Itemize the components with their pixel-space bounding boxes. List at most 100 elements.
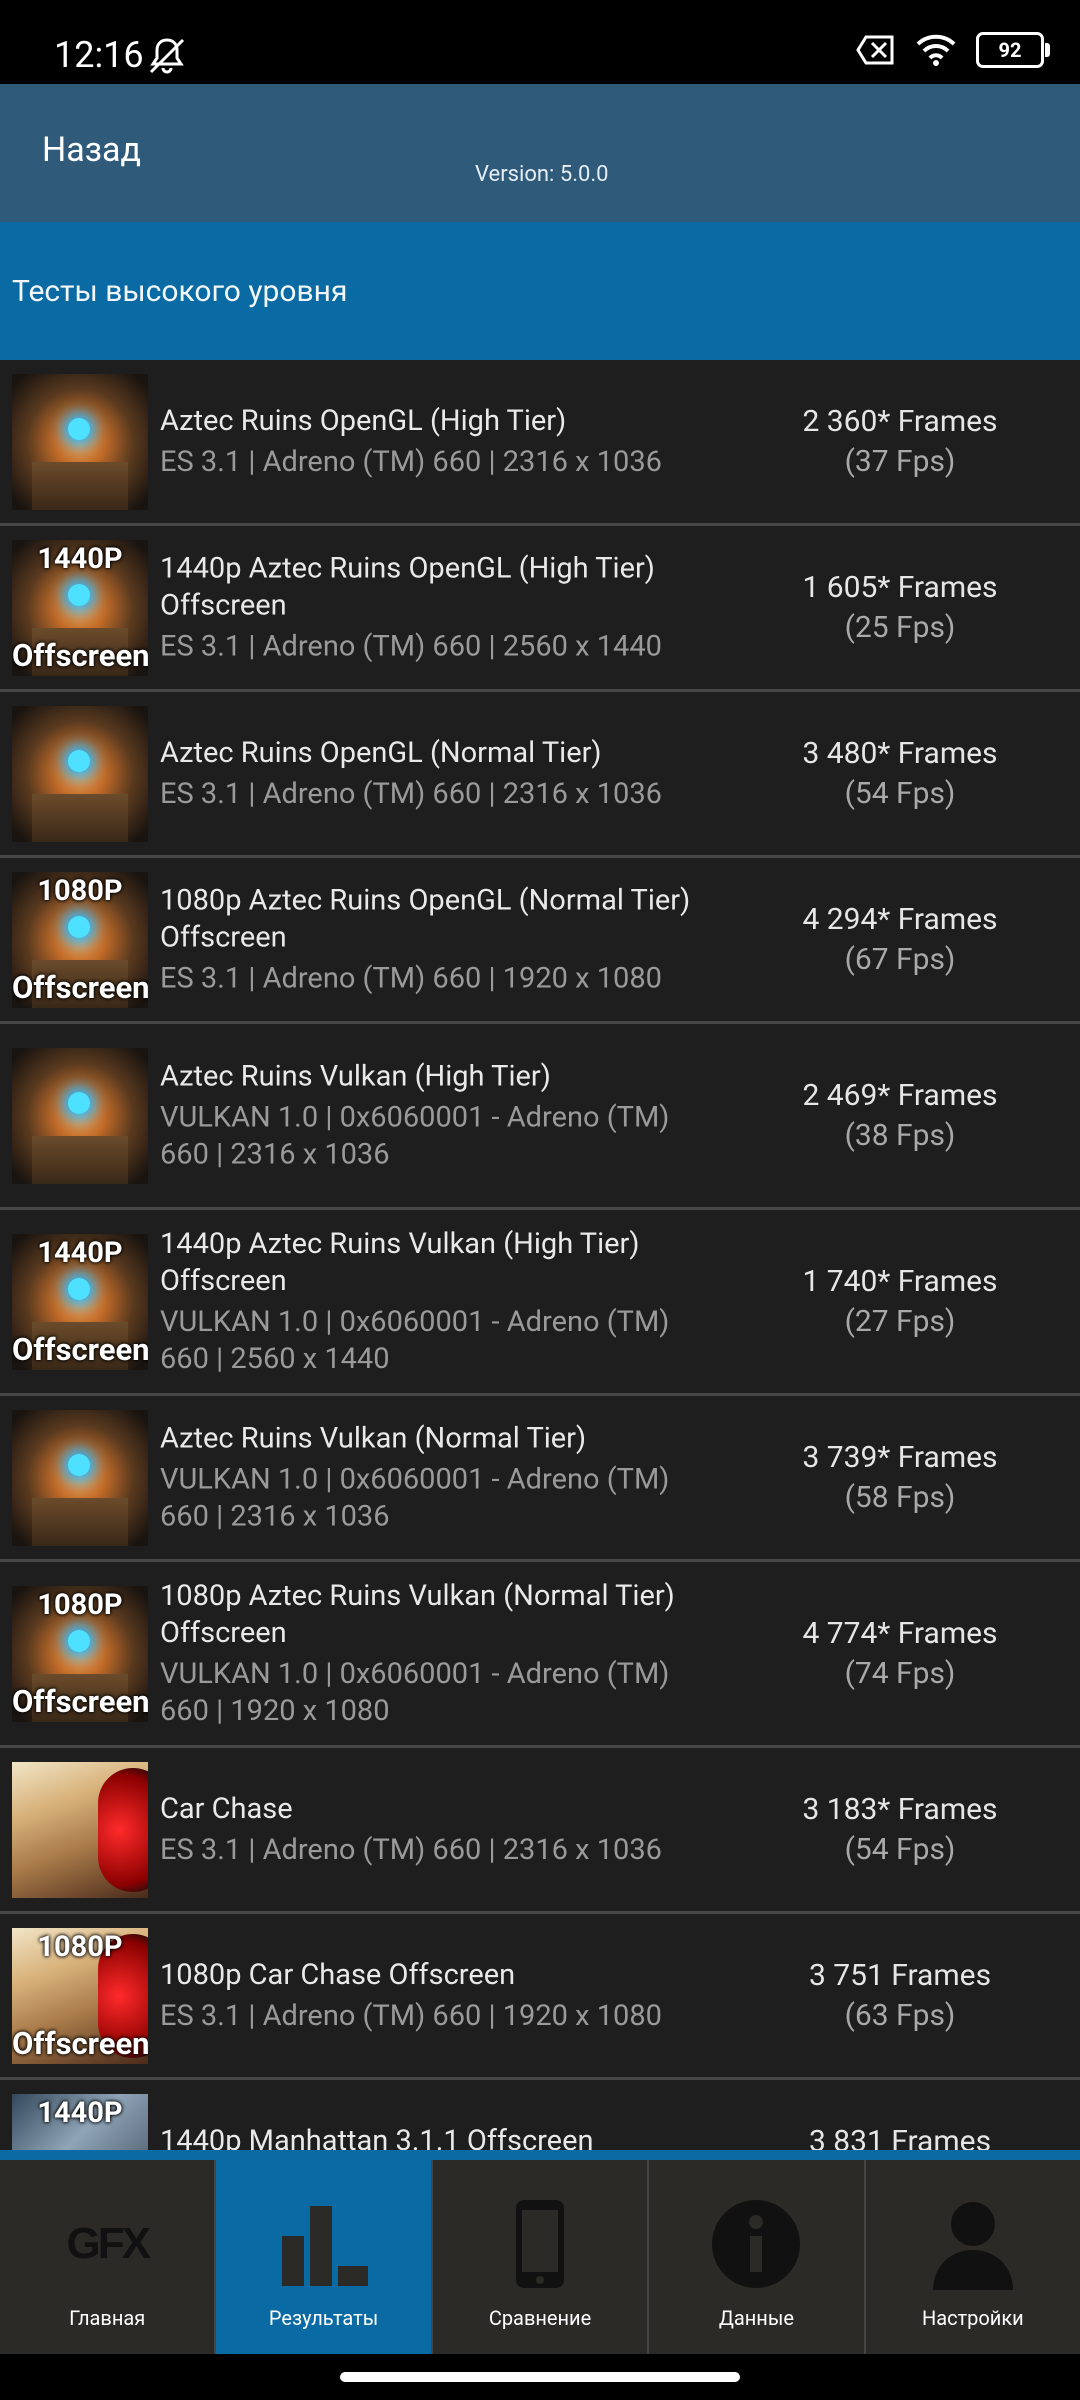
test-name: 1440p Aztec Ruins Vulkan (High Tier) Off… — [160, 1226, 640, 1298]
section-header: Тесты высокого уровня — [0, 222, 1080, 360]
gesture-bar — [0, 2354, 1080, 2400]
test-name: 1440p Manhattan 3.1.1 Offscreen — [160, 2123, 594, 2151]
nav-label: Данные — [718, 2306, 794, 2330]
test-name: Aztec Ruins OpenGL (High Tier) — [160, 403, 567, 438]
nav-accent-divider — [0, 2150, 1080, 2160]
benchmark-thumbnail — [12, 705, 148, 842]
frames-value: 2 469* Frames — [802, 1077, 998, 1113]
nav-label: Результаты — [268, 2306, 379, 2330]
version-label: Version: 5.0.0 — [475, 162, 609, 187]
result-info: Car Chase ES 3.1 | Adreno (TM) 660 | 2316… — [160, 1791, 715, 1869]
nav-item-compare[interactable]: Сравнение — [432, 2160, 650, 2354]
thumbnail-offscreen-label: Offscreen — [12, 636, 148, 674]
result-info: 1440p Manhattan 3.1.1 OffscreenES 3.1 | … — [160, 2123, 715, 2151]
frames-value: 2 360* Frames — [802, 403, 998, 439]
app-header: Назад Version: 5.0.0 — [0, 84, 1080, 222]
fps-value: (54 Fps) — [844, 1831, 956, 1867]
result-info: Aztec Ruins Vulkan (High Tier) VULKAN 1.0… — [160, 1058, 715, 1173]
result-row[interactable]: 1080P Offscreen 1080p Aztec Ruins OpenGL (… — [0, 858, 1080, 1024]
benchmark-thumbnail: 1080P Offscreen — [12, 1585, 148, 1722]
result-score: 3 480* Frames (54 Fps) — [720, 734, 1080, 814]
result-row[interactable]: 1440P Offscreen 1440p Aztec Ruins Vulkan (… — [0, 1210, 1080, 1396]
fps-value: (37 Fps) — [844, 443, 956, 479]
test-spec: ES 3.1 | Adreno (TM) 660 | 2560 x 1440 — [160, 629, 662, 663]
result-info: 1080p Aztec Ruins OpenGL (Normal Tier) O… — [160, 882, 715, 997]
status-time: 12:16 — [54, 34, 144, 76]
test-spec: ES 3.1 | Adreno (TM) 660 | 1920 x 1080 — [160, 1998, 662, 2033]
wifi-icon — [916, 34, 956, 66]
result-info: 1080p Aztec Ruins Vulkan (Normal Tier) O… — [160, 1578, 715, 1730]
thumbnail-resolution-label: 1440P — [37, 541, 123, 576]
result-info: Aztec Ruins Vulkan (Normal Tier) VULKAN 1… — [160, 1420, 715, 1535]
nav-item-data[interactable]: Данные — [649, 2160, 866, 2354]
benchmark-thumbnail — [12, 373, 148, 510]
result-row[interactable]: Aztec Ruins OpenGL (Normal Tier) ES 3.1 |… — [0, 692, 1080, 858]
back-button[interactable]: Назад — [42, 130, 141, 170]
frames-value: 3 831 Frames — [808, 2123, 992, 2151]
result-row[interactable]: 1440P 1440p Manhattan 3.1.1 OffscreenES 3… — [0, 2080, 1080, 2150]
gfx-logo-icon: GFX — [66, 2219, 150, 2268]
result-score: 1 740* Frames (27 Fps) — [720, 1262, 1080, 1342]
result-row[interactable]: Aztec Ruins Vulkan (High Tier) VULKAN 1.0… — [0, 1024, 1080, 1210]
test-name: Aztec Ruins Vulkan (High Tier) — [160, 1059, 551, 1093]
test-name: Car Chase — [160, 1791, 293, 1826]
result-row[interactable]: Car Chase ES 3.1 | Adreno (TM) 660 | 2316… — [0, 1748, 1080, 1914]
test-spec: VULKAN 1.0 | 0x6060001 - Adreno (TM) 660… — [160, 1100, 670, 1171]
result-score: 4 294* Frames (67 Fps) — [720, 900, 1080, 980]
frames-value: 3 739* Frames — [802, 1439, 998, 1475]
nav-label: Главная — [69, 2306, 146, 2330]
result-row[interactable]: 1440P Offscreen 1440p Aztec Ruins OpenGL (… — [0, 526, 1080, 692]
bar-chart-icon — [281, 2206, 368, 2286]
thumbnail-resolution-label: 1080P — [37, 873, 123, 908]
frames-value: 1 740* Frames — [802, 1263, 998, 1299]
thumbnail-resolution-label: 1080P — [37, 1929, 123, 1964]
benchmark-thumbnail: 1080P Offscreen — [12, 1927, 148, 2064]
result-row[interactable]: 1080P Offscreen 1080p Car Chase Offscreen E… — [0, 1914, 1080, 2080]
test-name: 1080p Aztec Ruins Vulkan (Normal Tier) O… — [160, 1578, 675, 1650]
frames-value: 1 605* Frames — [802, 569, 998, 605]
thumbnail-offscreen-label: Offscreen — [12, 968, 148, 1006]
frames-value: 3 480* Frames — [802, 735, 998, 771]
frames-value: 4 774* Frames — [802, 1615, 998, 1651]
result-score: 3 739* Frames (58 Fps) — [720, 1438, 1080, 1518]
fps-value: (25 Fps) — [844, 609, 956, 645]
fps-value: (38 Fps) — [844, 1117, 956, 1153]
thumbnail-resolution-label: 1440P — [37, 2095, 123, 2130]
no-sim-icon — [856, 35, 894, 65]
result-row[interactable]: Aztec Ruins Vulkan (Normal Tier) VULKAN 1… — [0, 1396, 1080, 1562]
test-spec: VULKAN 1.0 | 0x6060001 - Adreno (TM) 660… — [160, 1656, 670, 1728]
result-row[interactable]: 1080P Offscreen 1080p Aztec Ruins Vulkan (… — [0, 1562, 1080, 1748]
result-row[interactable]: Aztec Ruins OpenGL (High Tier) ES 3.1 | A… — [0, 360, 1080, 526]
frames-value: 3 751 Frames — [808, 1957, 992, 1993]
info-icon — [712, 2200, 801, 2288]
test-spec: VULKAN 1.0 | 0x6060001 - Adreno (TM) 660… — [160, 1304, 670, 1376]
result-info: Aztec Ruins OpenGL (High Tier) ES 3.1 | A… — [160, 403, 715, 481]
result-score: 1 605* Frames (25 Fps) — [720, 568, 1080, 648]
result-info: 1440p Aztec Ruins OpenGL (High Tier) Off… — [160, 550, 715, 665]
thumbnail-offscreen-label: Offscreen — [12, 2024, 148, 2062]
thumbnail-resolution-label: 1080P — [37, 1587, 123, 1622]
test-spec: ES 3.1 | Adreno (TM) 660 | 2316 x 1036 — [160, 776, 662, 811]
test-name: 1080p Car Chase Offscreen — [160, 1957, 516, 1992]
benchmark-thumbnail: 1080P Offscreen — [12, 871, 148, 1008]
fps-value: (58 Fps) — [844, 1479, 956, 1515]
fps-value: (67 Fps) — [844, 941, 956, 977]
nav-item-home[interactable]: GFX Главная — [0, 2160, 217, 2354]
nav-item-settings[interactable]: Настройки — [865, 2160, 1080, 2354]
home-indicator[interactable] — [340, 2372, 740, 2382]
results-list[interactable]: Aztec Ruins OpenGL (High Tier) ES 3.1 | A… — [0, 360, 1080, 2150]
result-info: 1080p Car Chase Offscreen ES 3.1 | Adreno… — [160, 1957, 715, 2035]
mute-icon — [149, 38, 185, 74]
thumbnail-resolution-label: 1440P — [37, 1235, 123, 1270]
battery-level: 92 — [998, 38, 1022, 62]
benchmark-thumbnail — [12, 1761, 148, 1898]
nav-item-results[interactable]: Результаты — [216, 2160, 433, 2354]
battery-icon: 92 — [976, 32, 1050, 68]
result-score: 3 831 Frames(62 Fps) — [720, 2122, 1080, 2151]
test-spec: VULKAN 1.0 | 0x6060001 - Adreno (TM) 660… — [160, 1462, 670, 1533]
frames-value: 4 294* Frames — [802, 901, 998, 937]
benchmark-thumbnail: 1440P — [12, 2093, 148, 2150]
test-name: Aztec Ruins OpenGL (Normal Tier) — [160, 735, 602, 770]
section-title: Тесты высокого уровня — [12, 274, 348, 309]
benchmark-thumbnail: 1440P Offscreen — [12, 539, 148, 676]
